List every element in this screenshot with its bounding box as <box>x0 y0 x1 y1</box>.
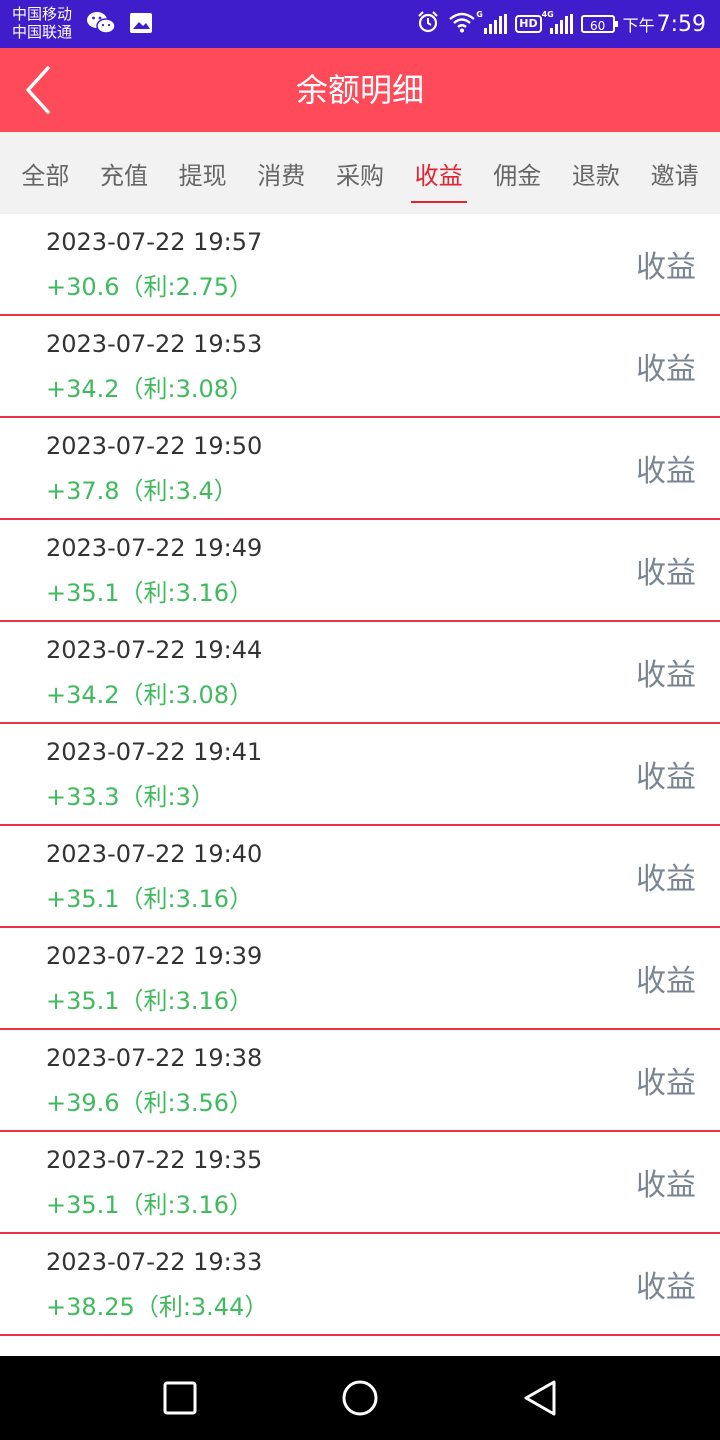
recents-button[interactable] <box>160 1378 200 1418</box>
record-time: 2023-07-22 19:41 <box>46 738 263 766</box>
record-time: 2023-07-22 19:49 <box>46 534 263 562</box>
tab-consume[interactable]: 消费 <box>253 150 309 197</box>
carrier-2: 中国联通 <box>12 23 73 41</box>
tab-recharge[interactable]: 充值 <box>96 150 152 197</box>
app-header: 余额明细 <box>0 48 720 132</box>
record-type: 收益 <box>636 760 696 795</box>
carrier-1: 中国移动 <box>12 5 73 23</box>
record-time: 2023-07-22 19:57 <box>46 228 263 256</box>
carrier-info: 中国移动 中国联通 <box>12 5 72 41</box>
record-time: 2023-07-22 19:33 <box>46 1248 263 1276</box>
list-item[interactable]: 2023-07-22 19:35 +35.1（利:3.16） 收益 <box>0 1132 720 1234</box>
clock: 下午 7:59 <box>623 12 706 37</box>
page-title: 余额明细 <box>295 71 424 109</box>
record-type: 收益 <box>636 1168 696 1203</box>
list-item[interactable]: 2023-07-22 19:40 +35.1（利:3.16） 收益 <box>0 826 720 928</box>
wifi-icon <box>448 11 476 37</box>
record-time: 2023-07-22 19:44 <box>46 636 263 664</box>
signal-2-icon: 4G <box>542 10 573 34</box>
battery-level: 60 <box>589 19 606 33</box>
record-type: 收益 <box>636 964 696 999</box>
record-list: 2023-07-22 19:57 +30.6（利:2.75） 收益 2023-0… <box>0 214 720 1336</box>
tab-purchase[interactable]: 采购 <box>332 150 388 197</box>
record-type: 收益 <box>636 250 696 285</box>
record-amount: +30.6（利:2.75） <box>46 273 254 301</box>
gallery-icon <box>128 10 154 40</box>
tab-withdraw[interactable]: 提现 <box>175 150 231 197</box>
tab-invite[interactable]: 邀请 <box>647 150 703 197</box>
list-item[interactable]: 2023-07-22 19:38 +39.6（利:3.56） 收益 <box>0 1030 720 1132</box>
list-item[interactable]: 2023-07-22 19:39 +35.1（利:3.16） 收益 <box>0 928 720 1030</box>
tab-income[interactable]: 收益 <box>410 150 467 203</box>
record-time: 2023-07-22 19:38 <box>46 1044 263 1072</box>
record-time: 2023-07-22 19:35 <box>46 1146 263 1174</box>
tab-all[interactable]: 全部 <box>17 150 73 197</box>
record-type: 收益 <box>636 1270 696 1305</box>
list-item[interactable]: 2023-07-22 19:44 +34.2（利:3.08） 收益 <box>0 622 720 724</box>
clock-time: 7:59 <box>656 11 706 37</box>
clock-ampm: 下午 <box>622 15 655 35</box>
alarm-icon <box>416 10 440 38</box>
list-item[interactable]: 2023-07-22 19:57 +30.6（利:2.75） 收益 <box>0 214 720 316</box>
list-item[interactable]: 2023-07-22 19:53 +34.2（利:3.08） 收益 <box>0 316 720 418</box>
tab-commission[interactable]: 佣金 <box>489 150 545 197</box>
list-item[interactable]: 2023-07-22 19:33 +38.25（利:3.44） 收益 <box>0 1234 720 1336</box>
record-amount: +34.2（利:3.08） <box>46 681 254 709</box>
record-type: 收益 <box>636 862 696 897</box>
list-item[interactable]: 2023-07-22 19:50 +37.8（利:3.4） 收益 <box>0 418 720 520</box>
record-amount: +34.2（利:3.08） <box>46 375 254 403</box>
record-type: 收益 <box>636 658 696 693</box>
list-item[interactable]: 2023-07-22 19:41 +33.3（利:3） 收益 <box>0 724 720 826</box>
record-type: 收益 <box>636 1066 696 1101</box>
record-amount: +39.6（利:3.56） <box>46 1089 254 1117</box>
home-button[interactable] <box>340 1378 380 1418</box>
record-time: 2023-07-22 19:39 <box>46 942 263 970</box>
record-amount: +38.25（利:3.44） <box>46 1293 269 1321</box>
signal-1-icon: G <box>476 10 508 34</box>
record-amount: +37.8（利:3.4） <box>46 477 238 505</box>
record-type: 收益 <box>636 454 696 489</box>
system-nav-bar <box>0 1356 720 1440</box>
record-amount: +35.1（利:3.16） <box>46 1191 254 1219</box>
record-amount: +33.3（利:3） <box>46 783 215 811</box>
signal-1-tag: G <box>476 10 483 19</box>
hd-badge: HD <box>515 15 542 33</box>
record-type: 收益 <box>636 352 696 387</box>
record-time: 2023-07-22 19:53 <box>46 330 263 358</box>
list-item[interactable]: 2023-07-22 19:49 +35.1（利:3.16） 收益 <box>0 520 720 622</box>
battery-icon: 60 <box>580 15 618 33</box>
record-amount: +35.1（利:3.16） <box>46 987 254 1015</box>
recents-square-icon <box>163 1381 197 1415</box>
system-back-button[interactable] <box>520 1378 560 1418</box>
record-amount: +35.1（利:3.16） <box>46 579 254 607</box>
record-time: 2023-07-22 19:50 <box>46 432 263 460</box>
record-amount: +35.1（利:3.16） <box>46 885 254 913</box>
home-circle-icon <box>342 1380 378 1416</box>
record-time: 2023-07-22 19:40 <box>46 840 263 868</box>
tab-refund[interactable]: 退款 <box>568 150 624 197</box>
filter-tabs: 全部 充值 提现 消费 采购 收益 佣金 退款 邀请 <box>0 132 720 214</box>
record-type: 收益 <box>636 556 696 591</box>
status-bar: 中国移动 中国联通 G HD 4G 60 下午 7:59 <box>0 0 720 48</box>
signal-2-tag: 4G <box>541 10 554 19</box>
wechat-icon <box>86 10 116 40</box>
back-triangle-icon <box>524 1380 556 1416</box>
